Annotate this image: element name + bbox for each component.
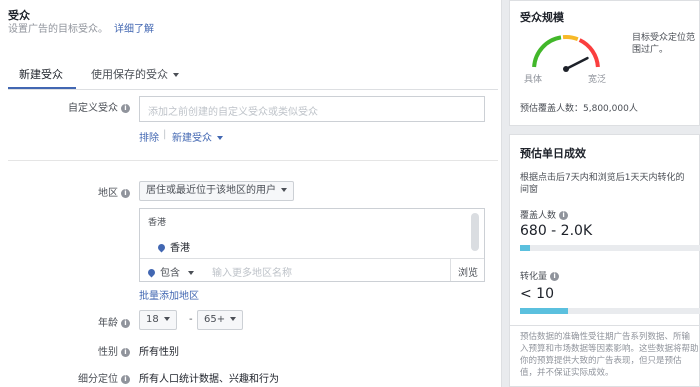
detailed-targeting-label: 细分定位 i [0,370,130,385]
daily-results-card: 预估单日成效 根据点击后7天内和浏览后1天天内转化的 间窗 覆盖人数 i 680 -… [509,134,700,387]
info-icon[interactable]: i [121,104,130,113]
age-max-value: 65+ [204,314,226,325]
age-min-value: 18 [146,314,159,325]
audience-size-description-line: 围过广。 [632,45,669,55]
detailed-targeting-label-text: 细分定位 [78,374,118,385]
learn-more-link[interactable]: 详细了解 [114,24,154,35]
side-panel: 受众规模 具体 宽泛 目标受众定位范 围过广。 预估覆盖人数：5,800,000人… [509,0,700,387]
link-separator: | [163,129,167,140]
custom-audience-placeholder: 添加之前创建的自定义受众或类似受众 [148,107,318,118]
gauge-pivot [563,66,569,72]
audience-size-description: 目标受众定位范 围过广。 [632,32,695,56]
section-description: 设置广告的目标受众。 详细了解 [8,20,154,35]
tab-saved-audience-label: 使用保存的受众 [91,68,168,81]
info-icon[interactable]: i [121,189,130,198]
chevron-down-icon [188,271,194,275]
info-icon[interactable]: i [559,211,569,220]
selected-location-name: 香港 [170,243,190,254]
tab-saved-audience[interactable]: 使用保存的受众 [91,66,179,82]
chevron-down-icon [163,317,170,321]
region-header: 香港 [148,218,167,228]
estimate-footnote-line: 你的预算提供大致的广告表现，但只是预估 [520,356,682,366]
conversions-label-text: 转化量 [520,272,548,282]
estimate-footnote-line: 入预算和市场数据等因素影响。这些数据将帮助 [520,344,699,354]
daily-results-description-line: 间窗 [520,185,539,195]
location-type-value: 居住或最近位于该地区的用户 [146,185,276,196]
age-max-dropdown[interactable]: 65+ [197,310,244,330]
reach-bar-fill [520,245,530,251]
divider [140,258,484,259]
location-label-text: 地区 [98,188,118,199]
include-dropdown[interactable]: 包含 [146,264,194,279]
age-separator: - [189,314,193,325]
age-label: 年龄 i [0,314,130,329]
estimate-footnote-line: 预估数据的准确性受往期广告系列数据、所输 [520,332,691,342]
chevron-down-icon [230,317,237,321]
chevron-down-icon [173,73,179,77]
potential-reach-value: 5,800,000人 [583,104,638,114]
audience-size-title: 受众规模 [520,11,564,24]
bulk-add-locations-link[interactable]: 批量添加地区 [139,287,199,302]
create-new-audience-label: 新建受众 [172,133,212,144]
age-min-dropdown[interactable]: 18 [139,310,177,330]
location-type-dropdown[interactable]: 居住或最近位于该地区的用户 [139,181,294,201]
conversions-label: 转化量 i [520,269,560,282]
audience-size-description-line: 目标受众定位范 [632,33,696,43]
location-pin-icon [146,267,157,278]
location-pin-icon [156,242,167,253]
gauge-right-label: 宽泛 [588,75,607,85]
audience-size-card: 受众规模 具体 宽泛 目标受众定位范 围过广。 预估覆盖人数：5,800,000人 [509,0,700,126]
location-label: 地区 i [0,184,130,199]
custom-audience-label-text: 自定义受众 [68,103,118,114]
audience-tabs: 新建受众 使用保存的受众 [8,62,498,90]
gauge-green-arc [532,35,562,68]
section-description-text: 设置广告的目标受众。 [8,24,108,35]
conversions-bar-fill [520,308,568,314]
gender-value[interactable]: 所有性别 [139,343,179,358]
scrollbar[interactable] [471,213,479,251]
conversions-bar [520,308,700,314]
custom-audience-label: 自定义受众 i [0,99,130,114]
exclude-link[interactable]: 排除 [139,129,159,144]
audience-gauge [532,34,600,72]
potential-reach-label: 预估覆盖人数： [520,104,584,114]
reach-label-text: 覆盖人数 [520,211,557,221]
age-label-text: 年龄 [98,318,118,329]
browse-button[interactable]: 浏览 [458,264,478,279]
tab-new-audience[interactable]: 新建受众 [8,66,76,89]
reach-value: 680 - 2.0K [520,223,593,239]
gauge-yellow-arc [562,34,579,42]
location-search-input[interactable]: 输入更多地区名称 [212,264,292,279]
audience-panel: 受众 设置广告的目标受众。 详细了解 新建受众 使用保存的受众 自定义受众 i 添加… [0,0,502,387]
custom-audience-input[interactable]: 添加之前创建的自定义受众或类似受众 [139,96,485,122]
daily-results-description-line: 根据点击后7天内和浏览后1天天内转化的 [520,173,685,183]
gender-label: 性别 i [0,343,130,358]
gauge-needle [564,56,589,71]
estimate-footnote-line: 值，并不保证实际成效。 [520,368,614,378]
chevron-down-icon [217,136,223,140]
detailed-targeting-value[interactable]: 所有人口统计数据、兴趣和行为 [139,370,279,385]
daily-results-title: 预估单日成效 [520,147,586,160]
potential-reach: 预估覆盖人数：5,800,000人 [520,101,638,114]
include-label: 包含 [160,268,180,279]
create-new-audience-link[interactable]: 新建受众 [172,129,223,144]
info-icon[interactable]: i [121,348,130,357]
gauge-red-arc [578,38,600,68]
location-box: 香港 香港 包含 输入更多地区名称 浏览 [139,208,485,282]
info-icon[interactable]: i [550,272,560,281]
info-icon[interactable]: i [121,375,130,384]
estimate-footnote: 预估数据的准确性受往期广告系列数据、所输 入预算和市场数据等因素影响。这些数据将… [520,331,699,379]
daily-results-description: 根据点击后7天内和浏览后1天天内转化的 间窗 [520,172,684,196]
divider [510,325,700,326]
gender-label-text: 性别 [98,347,118,358]
gauge-left-label: 具体 [524,75,543,85]
divider [8,160,498,161]
divider [450,259,451,281]
chevron-down-icon [281,188,287,192]
selected-location[interactable]: 香港 [156,239,190,254]
info-icon[interactable]: i [121,319,130,328]
conversions-value: < 10 [520,286,554,302]
reach-bar [520,245,700,251]
reach-label: 覆盖人数 i [520,208,569,221]
